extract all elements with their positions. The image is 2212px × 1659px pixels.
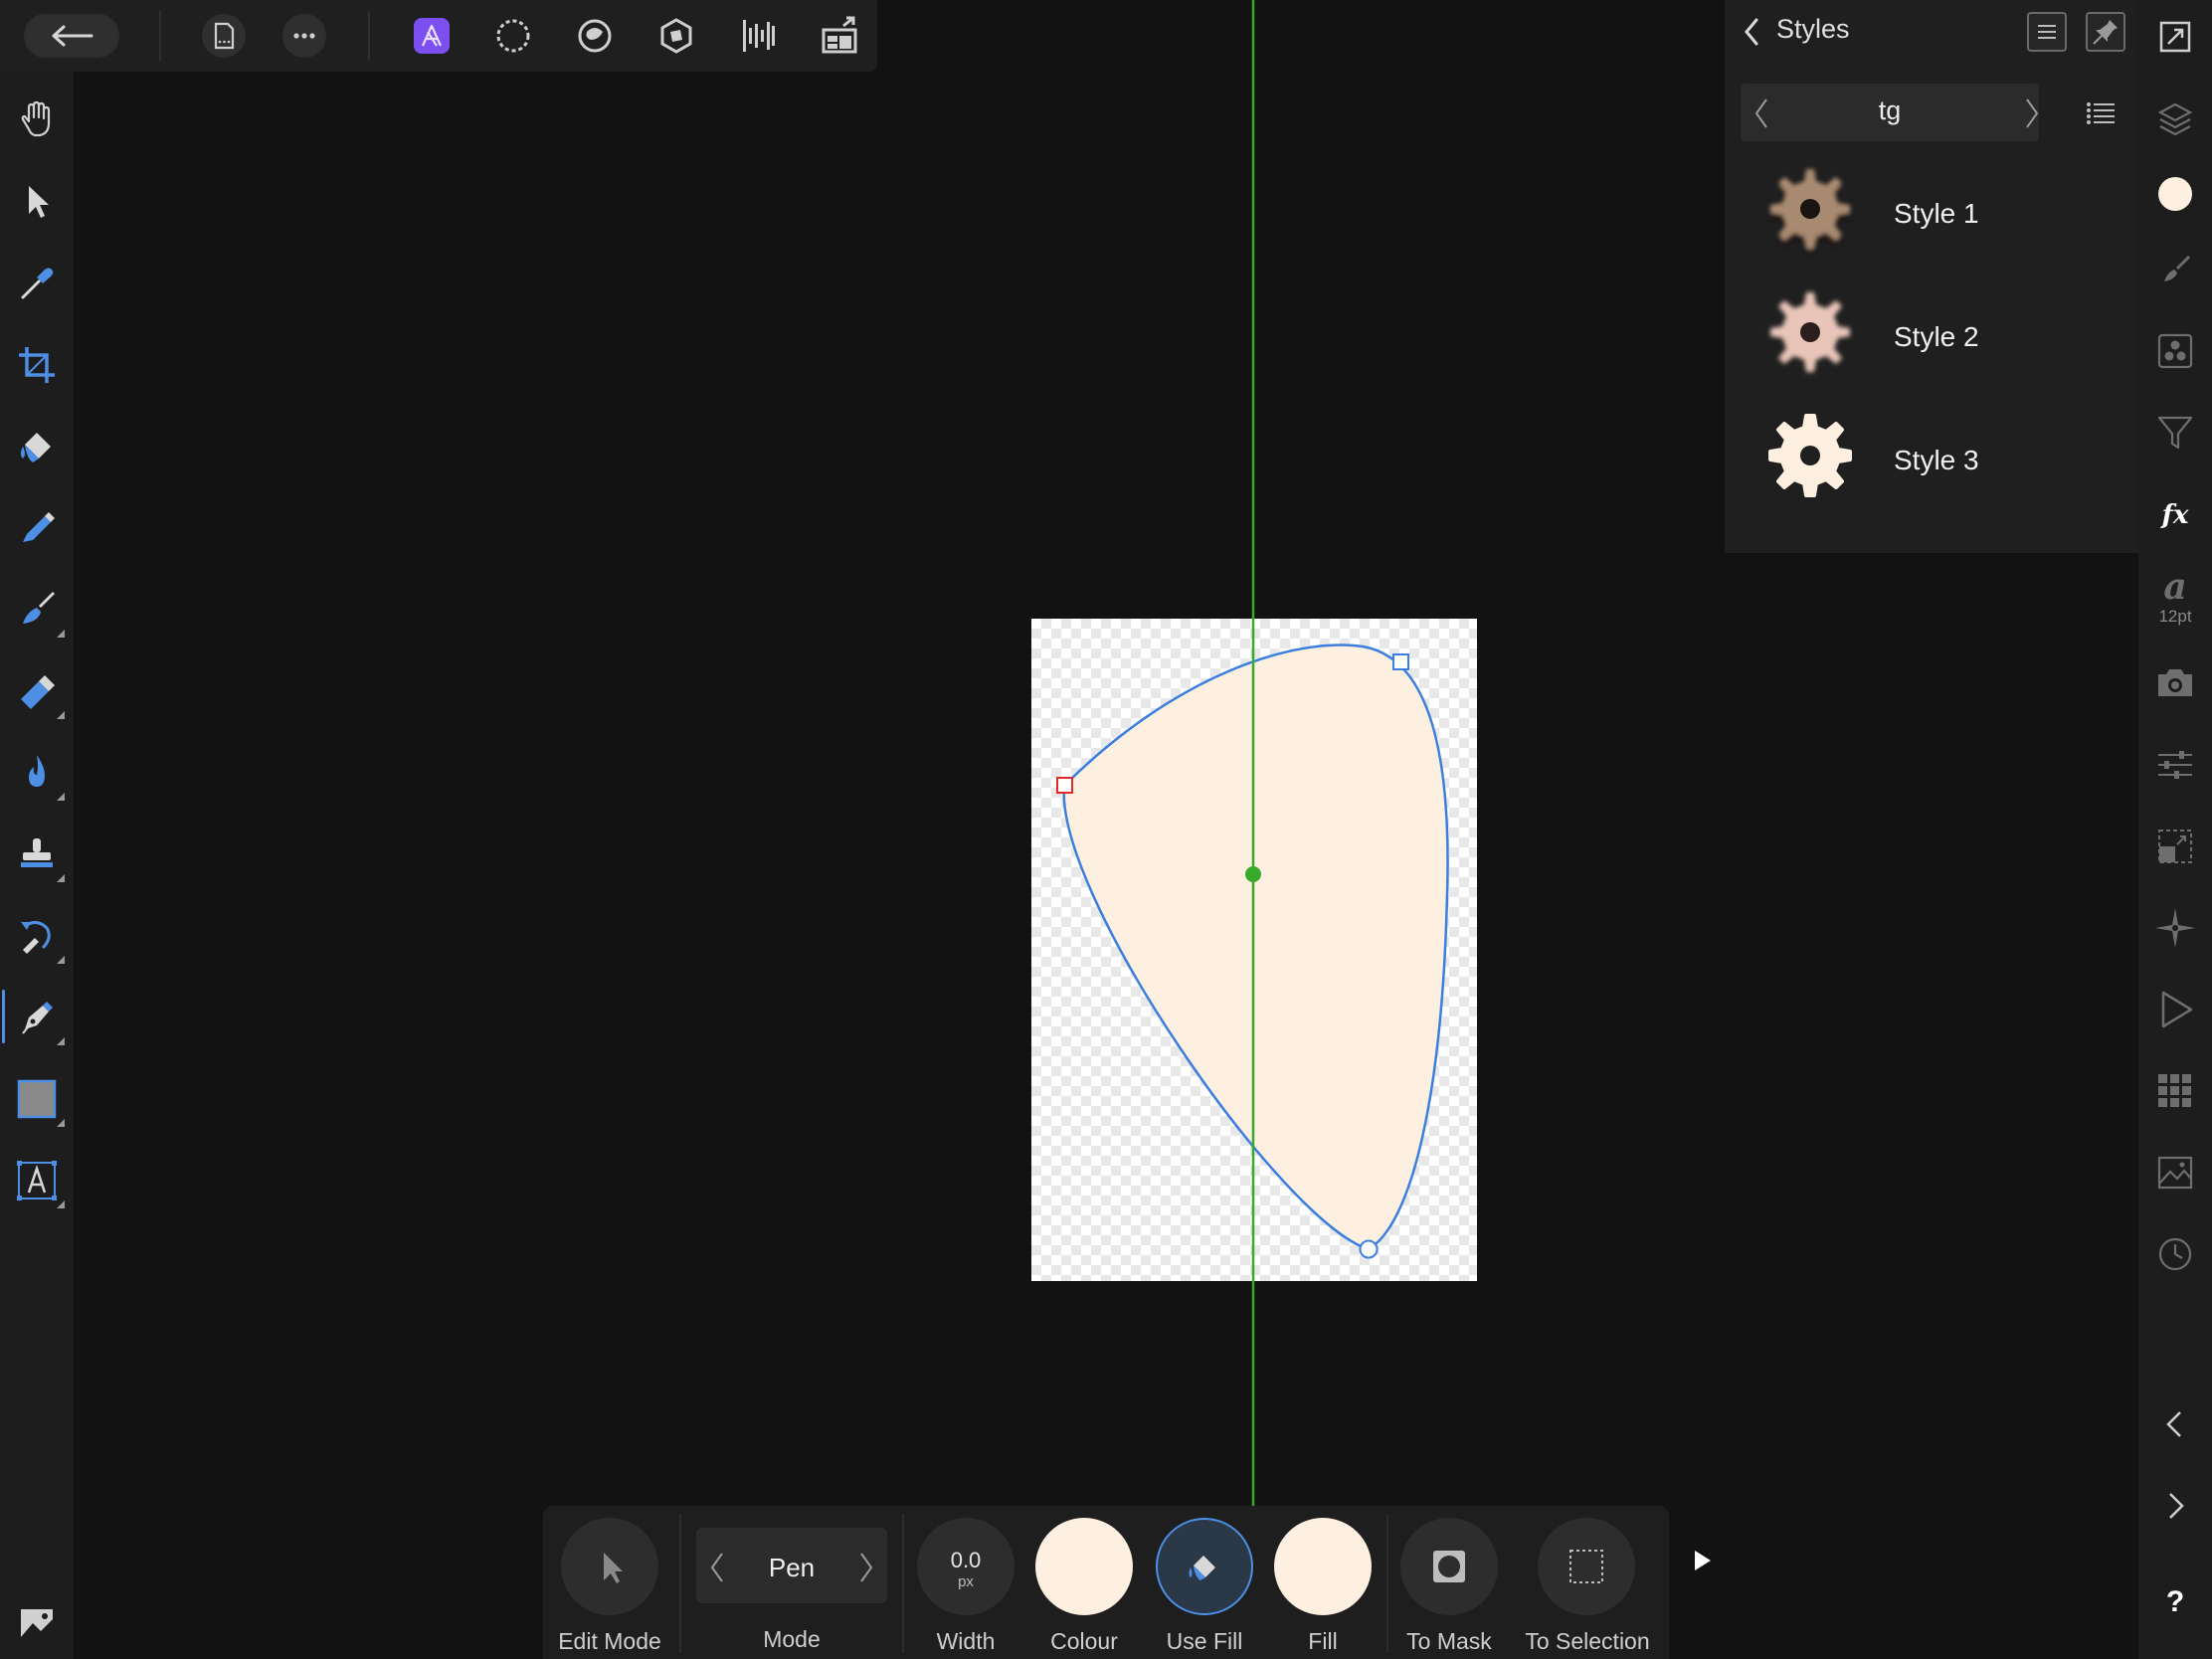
pin-panel-button[interactable]	[2086, 12, 2125, 52]
assets-panel-button[interactable]	[2146, 1144, 2204, 1201]
pointer-arrow-icon	[604, 1553, 623, 1583]
width-button[interactable]: 0.0 px	[917, 1518, 1014, 1615]
list-view-button[interactable]	[2081, 93, 2120, 133]
style-item[interactable]: Style 1	[1731, 161, 2128, 267]
filters-panel-button[interactable]	[2146, 404, 2204, 461]
fx-panel-button[interactable]: fx	[2146, 485, 2204, 543]
to-mask-label: To Mask	[1406, 1628, 1492, 1654]
panel-menu-button[interactable]	[2027, 12, 2067, 52]
chevron-right-icon	[860, 1553, 873, 1582]
width-unit: px	[958, 1573, 974, 1590]
list-icon	[2087, 102, 2115, 124]
brushes-panel-button[interactable]	[2146, 240, 2204, 297]
transform-icon	[2158, 830, 2192, 863]
use-fill-toggle[interactable]	[1156, 1518, 1253, 1615]
smooth-node-handle	[1359, 1239, 1379, 1259]
style-item[interactable]: Style 3	[1731, 408, 2128, 513]
to-selection-label: To Selection	[1525, 1628, 1650, 1654]
text-style-panel-button[interactable]: a 12pt	[2146, 563, 2204, 626]
text-a-icon: a	[2163, 566, 2186, 607]
mode-label: Mode	[763, 1626, 821, 1652]
pin-icon	[2093, 20, 2118, 45]
next-mode-button[interactable]	[851, 1548, 879, 1587]
play-arrow-icon	[1695, 1551, 1711, 1570]
clock-icon	[2158, 1237, 2192, 1271]
curve-shape[interactable]	[1062, 644, 1449, 1251]
navigator-panel-button[interactable]	[2146, 8, 2204, 66]
svg-text:a: a	[2163, 566, 2186, 607]
font-size-label: 12pt	[2158, 607, 2192, 626]
toolbar-divider	[679, 1514, 681, 1653]
panel-back-button[interactable]	[1739, 14, 1766, 50]
menu-lines-icon	[2038, 25, 2056, 39]
swatches-panel-button[interactable]	[2146, 1062, 2204, 1120]
gear-style-swatch-icon	[1770, 169, 1850, 255]
selected-node-handle	[1056, 777, 1073, 794]
fx-icon: fx	[2160, 500, 2189, 530]
gear-style-swatch-icon	[1770, 292, 1850, 372]
stock-panel-button[interactable]	[2146, 654, 2204, 712]
fill-button[interactable]	[1274, 1518, 1372, 1615]
transform-panel-button[interactable]	[2146, 818, 2204, 875]
gear-style-swatch-icon	[1768, 414, 1852, 497]
to-selection-button[interactable]	[1538, 1518, 1635, 1615]
marquee-selection-icon	[1569, 1550, 1603, 1583]
chevron-right-icon	[2169, 1493, 2184, 1519]
layers-panel-button[interactable]	[2146, 91, 2204, 148]
chevron-left-icon	[1745, 18, 1758, 46]
compass-star-icon	[2155, 908, 2195, 948]
grid-icon	[2158, 1074, 2191, 1107]
mask-icon	[1433, 1551, 1465, 1582]
edit-mode-button[interactable]	[561, 1518, 658, 1615]
colour-panel-button[interactable]	[2146, 165, 2204, 223]
colour-swatch-icon	[2158, 177, 2192, 211]
edit-mode-label: Edit Mode	[558, 1628, 661, 1654]
channels-icon	[2157, 333, 2193, 369]
corner-node-handle	[1392, 653, 1409, 670]
chevron-left-icon	[2166, 1411, 2181, 1437]
chevron-right-icon	[2026, 98, 2039, 128]
svg-text:fx: fx	[2160, 500, 2189, 530]
play-outline-icon	[2161, 991, 2193, 1028]
history-panel-button[interactable]	[2146, 1225, 2204, 1283]
channels-panel-button[interactable]	[2146, 322, 2204, 380]
style-label: Style 3	[1894, 445, 1979, 475]
help-button[interactable]: ?	[2146, 1585, 2204, 1625]
brush-stroke-icon	[2164, 256, 2190, 281]
collapse-left-button[interactable]	[2146, 1395, 2204, 1453]
navigator-icon	[2159, 21, 2191, 53]
colour-button[interactable]	[1035, 1518, 1133, 1615]
picture-icon	[2157, 1156, 2193, 1190]
funnel-icon	[2157, 416, 2193, 450]
style-label: Style 1	[1894, 198, 1979, 229]
layers-icon	[2157, 102, 2193, 136]
panel-title: Styles	[1776, 14, 1850, 44]
paint-bucket-icon	[1189, 1556, 1215, 1580]
expand-toolbar-button[interactable]	[1687, 1543, 1717, 1578]
width-value: 0.0	[950, 1548, 982, 1572]
to-mask-button[interactable]	[1400, 1518, 1498, 1615]
style-item[interactable]: Style 2	[1731, 284, 2128, 390]
camera-icon	[2158, 669, 2192, 696]
snapping-point	[1245, 866, 1261, 882]
macros-panel-button[interactable]	[2146, 981, 2204, 1038]
sliders-icon	[2158, 751, 2192, 779]
collapse-right-button[interactable]	[2146, 1477, 2204, 1535]
next-category-button[interactable]	[2017, 93, 2045, 133]
snapping-panel-button[interactable]	[2146, 899, 2204, 957]
category-name: tg	[1878, 95, 1902, 125]
style-label: Style 2	[1894, 321, 1979, 352]
adjustments-panel-button[interactable]	[2146, 736, 2204, 794]
